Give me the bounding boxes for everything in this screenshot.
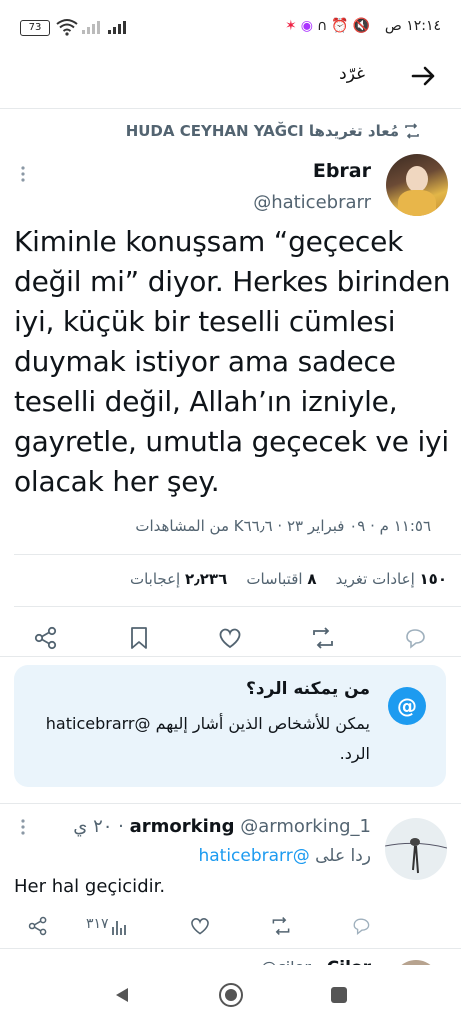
reply-share-icon[interactable]: [27, 915, 49, 937]
reply-avatar[interactable]: [385, 818, 447, 880]
mute-icon: 🔇: [352, 18, 375, 34]
status-bar: 73 ✶◉∩⏰🔇 ١٢:١٤ ص: [0, 0, 461, 56]
signal-icon: [82, 21, 126, 34]
header-divider: [0, 108, 461, 109]
reply-actions: ٣١٧: [0, 908, 461, 948]
retweeted-by-label[interactable]: مُعاد تغريدها HUDA CEYHAN YAĞCI: [126, 122, 399, 140]
share-icon[interactable]: [33, 625, 59, 651]
reply-retweet-icon[interactable]: [270, 915, 292, 937]
headset-icon: ∩: [316, 18, 332, 34]
mention-icon: @: [388, 687, 426, 725]
author-avatar[interactable]: [386, 154, 448, 216]
status-icons-row: ✶◉∩⏰🔇: [285, 18, 374, 34]
author-name[interactable]: Ebrar: [313, 160, 371, 182]
reply-author-line[interactable]: armorking @armorking_1 · ٢٠ ي: [73, 816, 371, 837]
reply-divider: [0, 948, 461, 949]
nav-recents-icon[interactable]: [330, 986, 348, 1004]
stats-divider: [14, 606, 461, 607]
replying-to-handle[interactable]: @haticebrarr: [198, 846, 309, 866]
bird-image: [385, 838, 447, 874]
bookmark-icon[interactable]: [126, 625, 152, 651]
replying-to-label: ردا على: [315, 846, 371, 866]
reply-author-name[interactable]: armorking: [130, 816, 235, 837]
wifi-icon: [56, 19, 78, 36]
like-icon[interactable]: [217, 625, 243, 651]
author-handle[interactable]: @haticebrarr: [253, 192, 371, 213]
reply-author-handle[interactable]: @armorking_1: [240, 816, 371, 837]
reply-more-options-icon[interactable]: [20, 818, 26, 836]
reply-time: ٢٠ ي: [73, 816, 113, 837]
reply-views-count: ٣١٧: [86, 916, 109, 932]
alarm-icon: ⏰: [331, 18, 353, 34]
tweet-stats: ١٥٠ إعادات تغريد ٨ اقتباسات ٢٫٢٣٦ إعجابا…: [130, 570, 447, 588]
nav-home-icon[interactable]: [218, 982, 244, 1008]
reply-like-icon[interactable]: [189, 915, 211, 937]
replying-to-line: ردا على @haticebrarr: [198, 846, 371, 866]
reply-dot: ·: [118, 816, 124, 837]
reply-icon[interactable]: [402, 625, 428, 651]
meta-divider: [14, 554, 461, 555]
pinwheel-icon: ✶: [285, 18, 301, 34]
who-can-reply-box: @ من يمكنه الرد؟ يمكن للأشخاص الذين أشار…: [14, 665, 446, 787]
who-can-reply-title: من يمكنه الرد؟: [246, 679, 370, 699]
reply-box-divider: [0, 803, 461, 804]
status-time: ١٢:١٤ ص: [384, 18, 441, 34]
retweet-action-icon[interactable]: [310, 625, 336, 651]
messenger-icon: ◉: [300, 18, 317, 34]
who-can-reply-body: يمكن للأشخاص الذين أشار إليهم @haticebra…: [45, 714, 370, 763]
views-icon[interactable]: [110, 918, 128, 936]
actions-divider: [0, 656, 461, 657]
tweet-text: Kiminle konuşsam “geçecek değil mi” diyo…: [14, 225, 451, 498]
tweet-actions: [0, 618, 461, 658]
retweets-stat[interactable]: ١٥٠ إعادات تغريد: [336, 570, 447, 588]
reply-reply-icon[interactable]: [350, 915, 372, 937]
arrow-right-icon[interactable]: [405, 58, 441, 94]
likes-stat[interactable]: ٢٫٢٣٦ إعجابات: [130, 570, 227, 588]
nav-back-icon[interactable]: [112, 985, 132, 1005]
retweet-icon: [405, 123, 419, 139]
more-options-icon[interactable]: [20, 165, 26, 183]
quotes-stat[interactable]: ٨ اقتباسات: [246, 570, 316, 588]
reply-text: Her hal geçicidir.: [14, 876, 166, 897]
tweet-meta: ١١:٥٦ م · ٠٩ فبراير ٢٣ · K٦٦٫٦ من المشاه…: [135, 517, 431, 535]
header-title: غرّد: [339, 64, 365, 84]
battery-icon: 73: [20, 20, 50, 36]
system-nav-bar: [0, 965, 461, 1024]
